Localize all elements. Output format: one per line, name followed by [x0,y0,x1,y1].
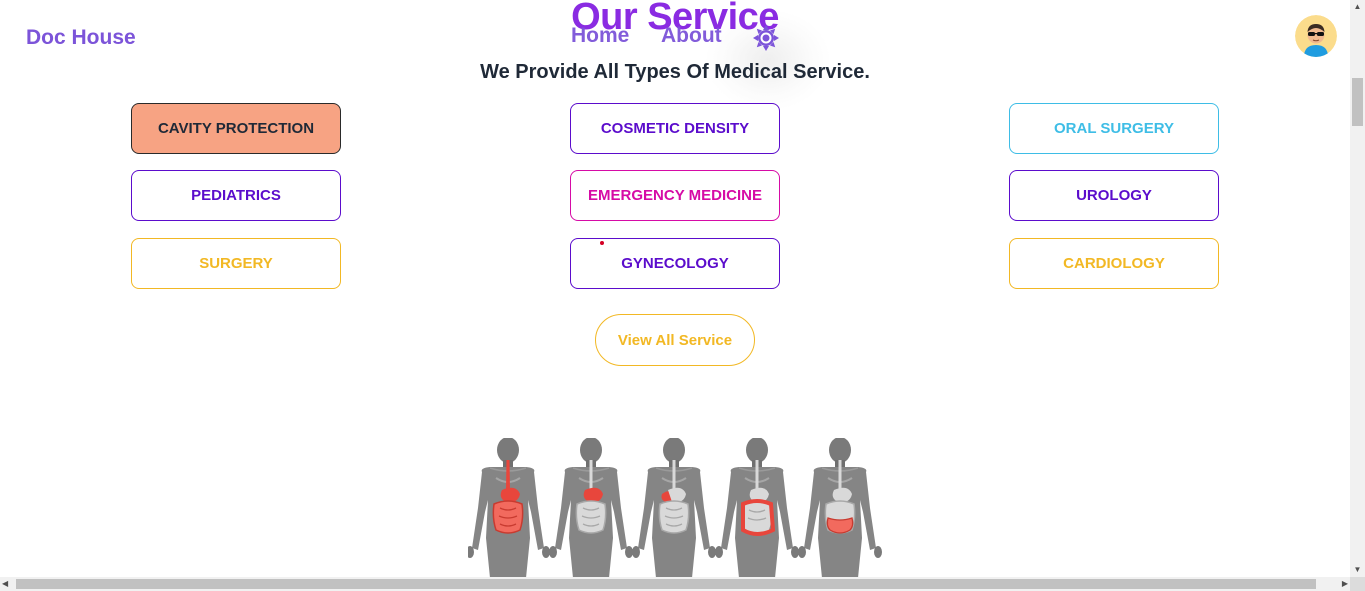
service-cardiology[interactable]: CARDIOLOGY [1009,238,1219,289]
nav-link-home[interactable]: Home [571,24,629,48]
horizontal-scroll-thumb[interactable] [16,579,1316,589]
user-avatar[interactable] [1295,15,1337,57]
service-pediatrics[interactable]: PEDIATRICS [131,170,341,221]
sun-icon [753,25,779,51]
scroll-left-arrow[interactable]: ◀ [2,577,14,591]
horizontal-scrollbar[interactable]: ◀ ▶ [0,577,1350,591]
avatar-icon [1295,15,1337,57]
nav-link-about[interactable]: About [661,24,722,48]
service-urology[interactable]: UROLOGY [1009,170,1219,221]
service-emergency-medicine[interactable]: EMERGENCY MEDICINE [570,170,780,221]
anatomy-illustration [465,436,883,579]
service-surgery[interactable]: SURGERY [131,238,341,289]
scroll-up-arrow[interactable]: ▲ [1350,0,1365,14]
service-cosmetic-density[interactable]: COSMETIC DENSITY [570,103,780,154]
view-all-service-button[interactable]: View All Service [595,314,755,366]
scrollbar-corner [1350,577,1365,591]
vertical-scroll-thumb[interactable] [1352,78,1363,126]
cursor-dot [600,241,604,245]
section-subtitle: We Provide All Types Of Medical Service. [480,61,870,83]
service-gynecology[interactable]: GYNECOLOGY [570,238,780,289]
service-cavity-protection[interactable]: CAVITY PROTECTION [131,103,341,154]
service-oral-surgery[interactable]: ORAL SURGERY [1009,103,1219,154]
scroll-down-arrow[interactable]: ▼ [1350,563,1365,577]
scroll-right-arrow[interactable]: ▶ [1336,577,1348,591]
theme-toggle[interactable] [752,24,780,52]
vertical-scrollbar[interactable]: ▲ ▼ [1350,0,1365,577]
